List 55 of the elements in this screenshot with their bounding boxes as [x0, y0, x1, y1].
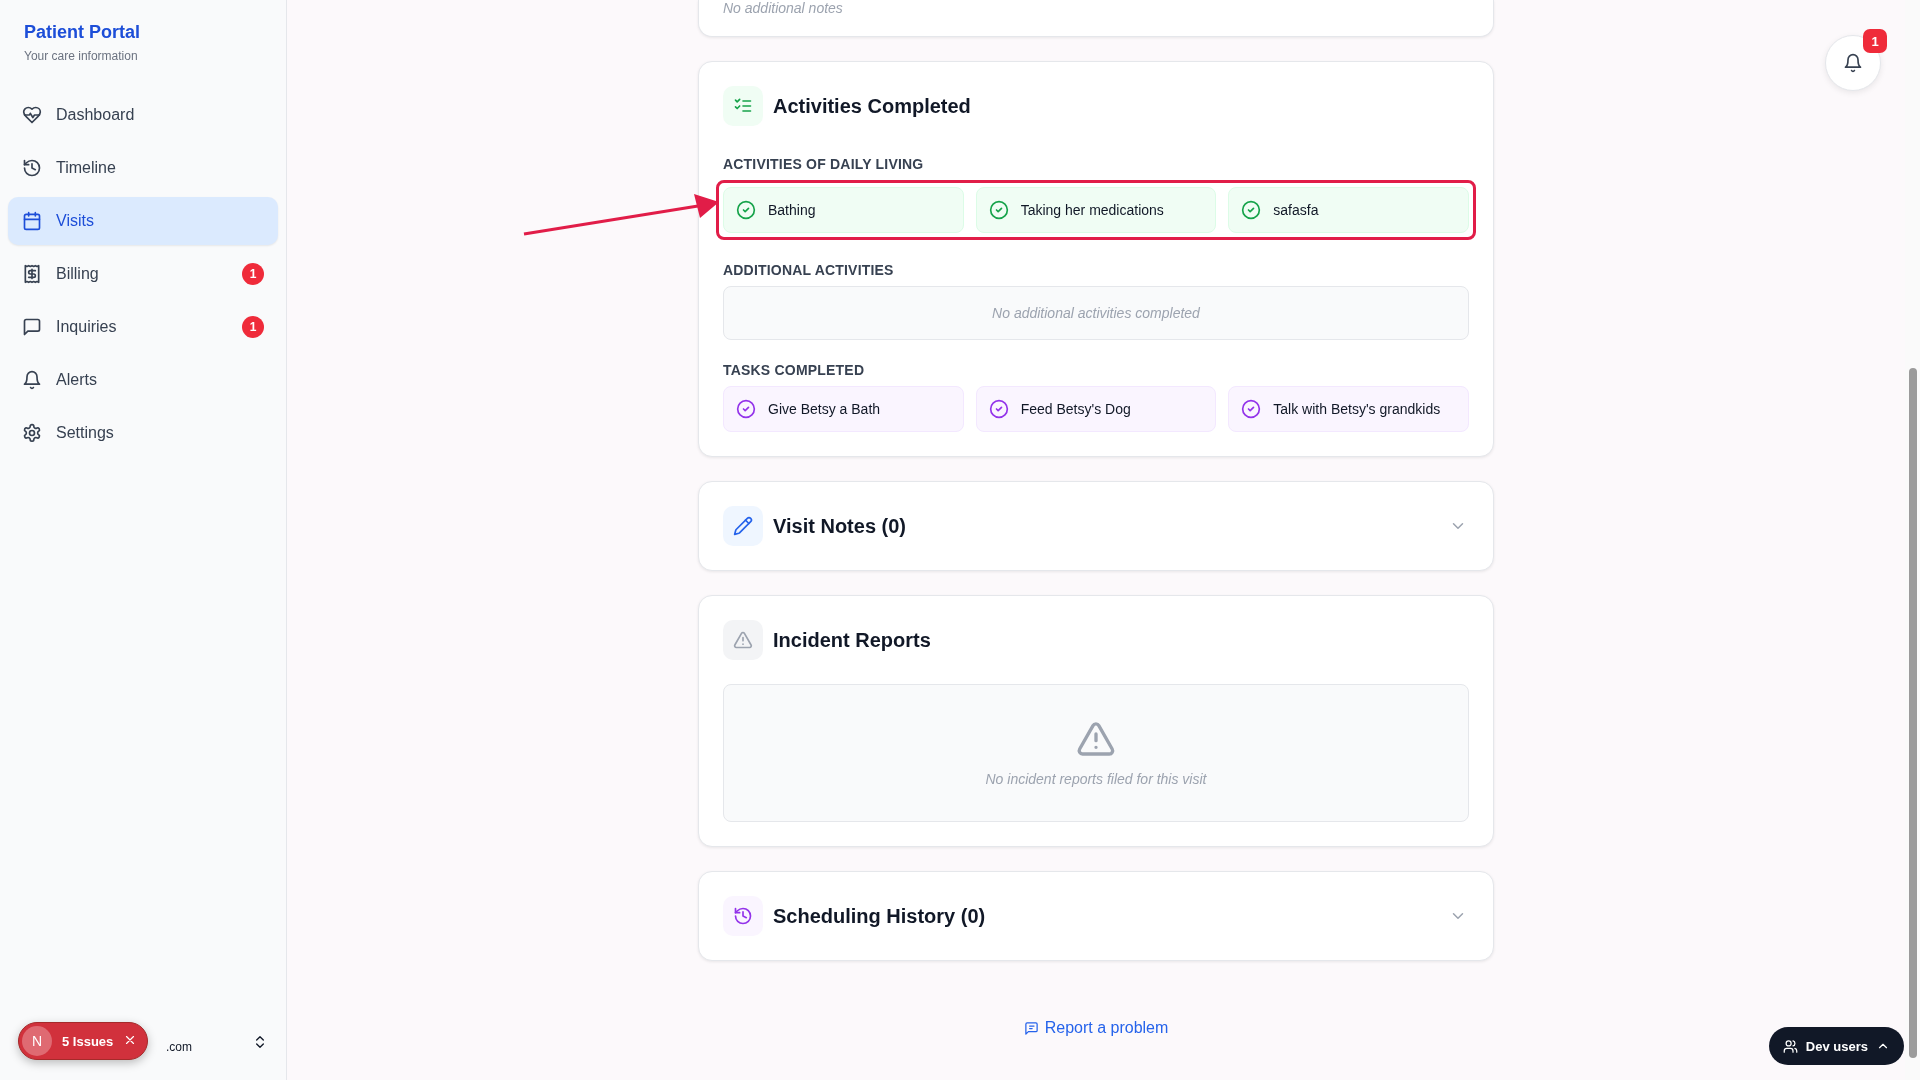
- completed-item: Talk with Betsy's grandkids: [1228, 386, 1469, 432]
- app-subtitle: Your care information: [24, 49, 139, 63]
- message-flag-icon: [1023, 1020, 1039, 1036]
- sidebar-item[interactable]: Dashboard: [8, 91, 278, 139]
- completed-item: safasfa: [1228, 187, 1469, 233]
- report-problem-link[interactable]: Report a problem: [1023, 1019, 1169, 1037]
- user-email: .com: [166, 1040, 192, 1054]
- empty-message: No additional notes: [723, 0, 843, 16]
- history-icon: [22, 158, 42, 178]
- group-heading: ACTIVITIES OF DAILY LIVING: [723, 156, 925, 172]
- sidebar-item[interactable]: Visits: [8, 197, 278, 245]
- app-title: Patient Portal: [24, 22, 142, 43]
- settings-icon: [22, 423, 42, 443]
- letter-avatar: N: [22, 1026, 52, 1056]
- notifications-button[interactable]: [1825, 35, 1881, 91]
- empty-message: No additional activities completed: [992, 305, 1200, 321]
- pencil-icon: [733, 516, 753, 536]
- sidebar-item[interactable]: Timeline: [8, 144, 278, 192]
- check-circle-icon: [988, 200, 1009, 220]
- completed-item: Bathing: [723, 187, 964, 233]
- check-circle-icon: [988, 399, 1009, 419]
- check-circle-icon: [1241, 200, 1262, 220]
- history-icon: [733, 906, 753, 926]
- warning-icon: [733, 630, 753, 650]
- empty-message: No incident reports filed for this visit: [985, 771, 1207, 787]
- section-title: Incident Reports: [773, 628, 932, 652]
- completed-item: Give Betsy a Bath: [723, 386, 964, 432]
- bell-icon: [1843, 53, 1863, 73]
- completed-item: Taking her medications: [975, 187, 1217, 233]
- group-heading: TASKS COMPLETED: [723, 362, 866, 378]
- heart-pulse-icon: [22, 105, 42, 125]
- section-title: Visit Notes (0): [773, 514, 907, 538]
- check-circle-icon: [736, 200, 756, 220]
- check-circle-icon: [736, 399, 756, 419]
- receipt-dollar-icon: [22, 264, 42, 284]
- sidebar-item[interactable]: Settings: [8, 409, 278, 457]
- notification-count: 1: [1863, 29, 1887, 53]
- issues-badge[interactable]: N 5 Issues: [18, 1022, 149, 1060]
- issues-label: 5 Issues: [62, 1033, 114, 1049]
- sidebar-item[interactable]: Alerts: [8, 356, 278, 404]
- bell-icon: [22, 370, 42, 390]
- count-badge: 1: [242, 316, 264, 338]
- group-heading: ADDITIONAL ACTIVITIES: [723, 262, 895, 278]
- completed-item: Feed Betsy's Dog: [975, 386, 1217, 432]
- users-icon: [1782, 1038, 1798, 1054]
- chat-bubble-icon: [22, 317, 42, 337]
- sidebar-item[interactable]: Billing 1: [8, 250, 278, 298]
- count-badge: 1: [242, 263, 264, 285]
- calendar-icon: [22, 211, 42, 231]
- sidebar-item[interactable]: Inquiries 1: [8, 303, 278, 351]
- dev-users-button[interactable]: Dev users: [1768, 1027, 1904, 1065]
- section-title: Scheduling History (0): [773, 904, 987, 928]
- section-title: Activities Completed: [773, 94, 972, 118]
- warning-icon: [1076, 719, 1116, 759]
- check-circle-icon: [1241, 399, 1262, 419]
